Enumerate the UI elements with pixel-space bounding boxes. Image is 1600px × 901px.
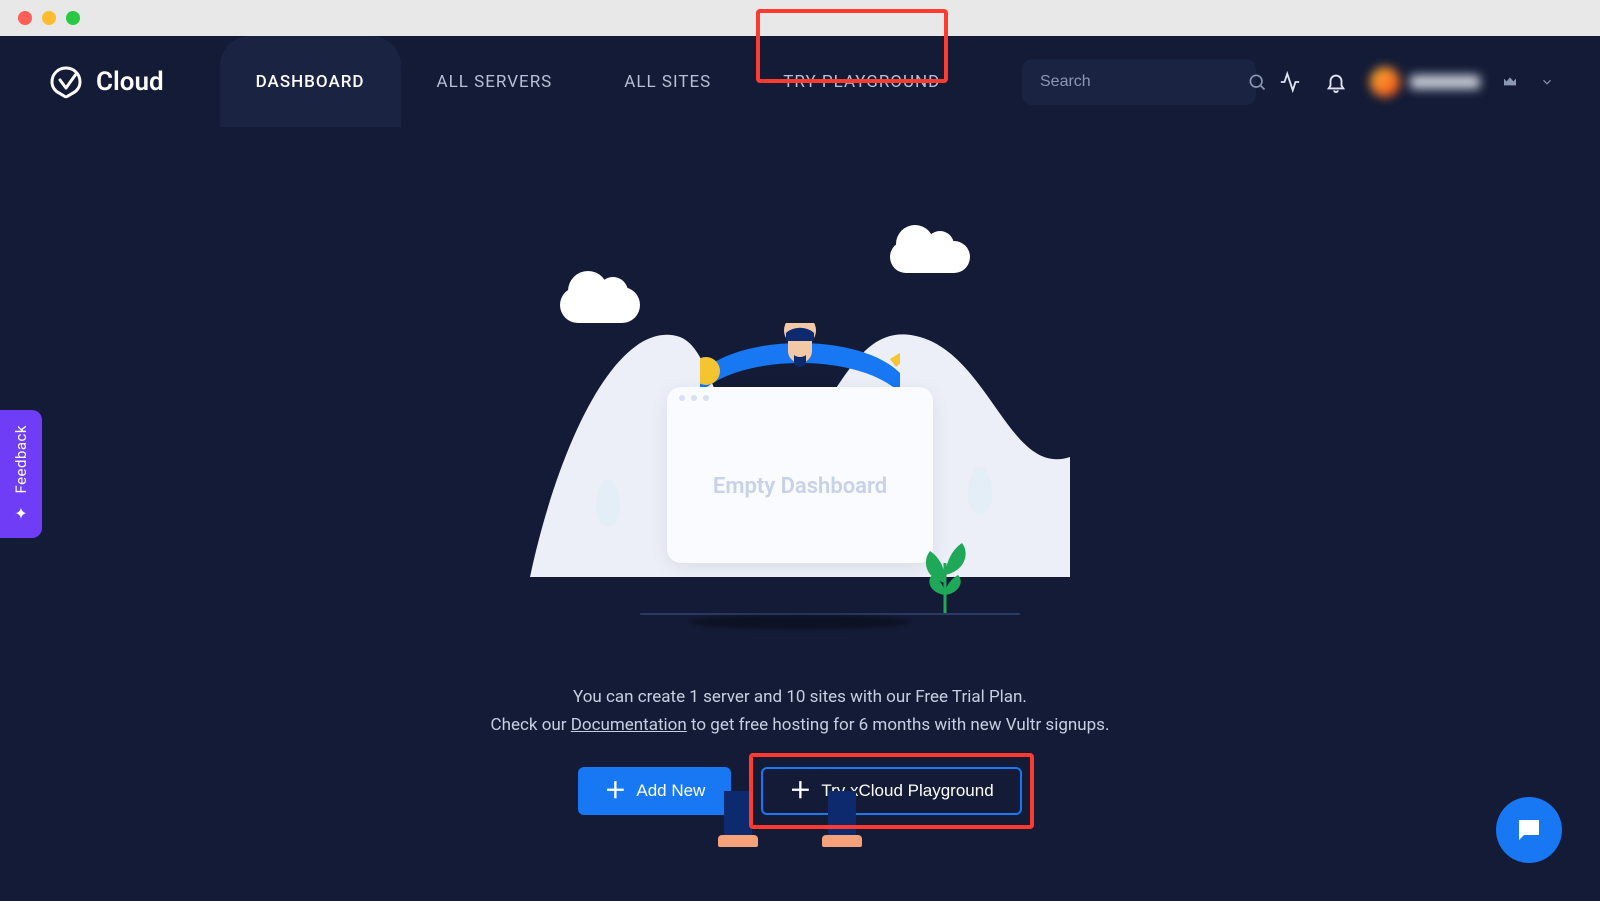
- nav-try-playground[interactable]: TRY PLAYGROUND: [747, 36, 976, 127]
- window-close-button[interactable]: [18, 11, 32, 25]
- search-icon[interactable]: [1247, 70, 1267, 94]
- documentation-link[interactable]: Documentation: [571, 715, 687, 735]
- brand-logo-area[interactable]: Cloud: [46, 62, 164, 102]
- plant-icon: [920, 533, 970, 613]
- empty-dashboard-text: Empty Dashboard: [713, 474, 887, 499]
- add-new-button[interactable]: ＋ Add New: [578, 767, 731, 815]
- nav-all-servers[interactable]: ALL SERVERS: [401, 36, 589, 127]
- window-zoom-button[interactable]: [66, 11, 80, 25]
- person-leg: [828, 791, 856, 847]
- nav-label: ALL SITES: [624, 72, 711, 92]
- search-input[interactable]: [1040, 73, 1247, 91]
- empty-dashboard-card: Empty Dashboard: [667, 387, 933, 563]
- window-titlebar: [0, 0, 1600, 36]
- card-titlebar: [667, 387, 933, 409]
- info-line-1: You can create 1 server and 10 sites wit…: [491, 683, 1110, 711]
- chevron-down-icon[interactable]: [1540, 75, 1554, 89]
- window-minimize-button[interactable]: [42, 11, 56, 25]
- main-content: Empty Dashboard You can create 1 server …: [0, 127, 1600, 901]
- nav-label: ALL SERVERS: [437, 72, 553, 92]
- button-label: Add New: [636, 781, 705, 801]
- top-nav: DASHBOARD ALL SERVERS ALL SITES TRY PLAY…: [220, 36, 977, 127]
- empty-state-illustration: Empty Dashboard: [520, 227, 1080, 657]
- chat-icon: [1514, 815, 1544, 845]
- feedback-tab[interactable]: Feedback ✦: [0, 410, 42, 538]
- feedback-label: Feedback: [12, 425, 30, 494]
- shadow-shape: [690, 615, 910, 629]
- cta-button-row: ＋ Add New ＋ Try xCloud Playground: [578, 767, 1021, 815]
- try-playground-button[interactable]: ＋ Try xCloud Playground: [761, 767, 1021, 815]
- app-header: Cloud DASHBOARD ALL SERVERS ALL SITES TR…: [0, 36, 1600, 127]
- nav-label: TRY PLAYGROUND: [783, 72, 940, 92]
- bell-icon[interactable]: [1324, 70, 1348, 94]
- avatar: [1370, 67, 1400, 97]
- chat-fab[interactable]: [1496, 797, 1562, 863]
- nav-dashboard[interactable]: DASHBOARD: [220, 36, 401, 127]
- brand-name: Cloud: [96, 67, 164, 97]
- user-menu[interactable]: [1370, 67, 1480, 97]
- empty-state-info: You can create 1 server and 10 sites wit…: [491, 683, 1110, 739]
- person-leg: [724, 791, 752, 847]
- sparkle-icon: ✦: [14, 504, 27, 523]
- user-name: [1410, 75, 1480, 89]
- header-right: [1022, 59, 1554, 105]
- nav-label: DASHBOARD: [256, 72, 365, 92]
- cloud-icon: [890, 241, 970, 273]
- crown-icon: [1502, 74, 1518, 90]
- brand-logo-icon: [46, 62, 86, 102]
- info-line-2: Check our Documentation to get free host…: [491, 711, 1110, 739]
- search-box[interactable]: [1022, 59, 1256, 105]
- nav-all-sites[interactable]: ALL SITES: [588, 36, 747, 127]
- activity-icon[interactable]: [1278, 70, 1302, 94]
